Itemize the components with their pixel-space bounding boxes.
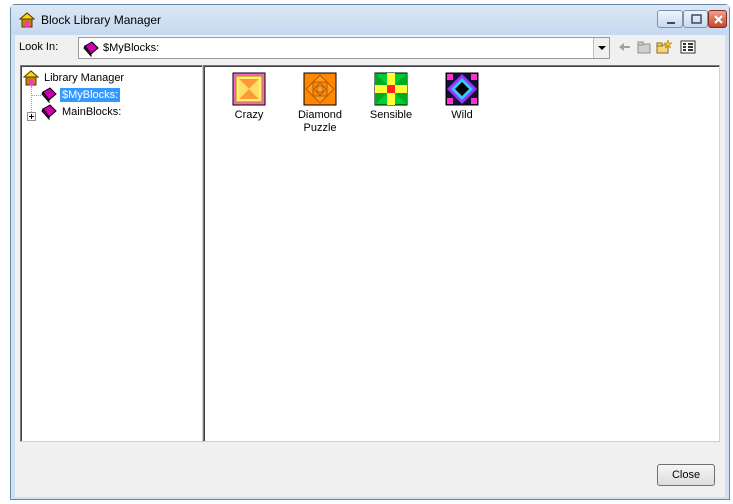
tree-item-mymblocks[interactable]: $MyBlocks:: [41, 87, 191, 104]
wild-block-icon: [445, 72, 479, 106]
view-menu-icon[interactable]: [680, 39, 696, 55]
sensible-block-icon: [374, 72, 408, 106]
house-icon: [22, 70, 40, 86]
block-item-label: Diamond Puzzle: [297, 109, 343, 134]
look-in-dropdown[interactable]: $MyBlocks:: [78, 37, 610, 59]
minimize-button[interactable]: [657, 10, 683, 28]
library-tree[interactable]: Library Manager $MyBlocks: MainBlocks:: [20, 65, 203, 442]
tree-item-label: MainBlocks:: [62, 106, 122, 118]
maximize-button[interactable]: [683, 10, 708, 28]
minimize-icon: [667, 22, 675, 24]
dialog-body: Look In: $MyBlocks: Library Manager $MyB…: [15, 35, 725, 497]
block-list[interactable]: Crazy Diamond Puzzle Sensible Wild: [203, 65, 720, 442]
block-library-window: Block Library Manager Look In: $MyBlocks…: [10, 4, 730, 500]
tree-item-label: Library Manager: [44, 72, 125, 84]
block-library-icon: [41, 104, 57, 121]
block-library-icon: [41, 87, 57, 104]
tree-item-library-manager[interactable]: Library Manager: [22, 70, 193, 86]
close-icon: [714, 15, 723, 24]
chevron-down-icon[interactable]: [593, 38, 609, 58]
block-item-label: Crazy: [234, 109, 264, 121]
tree-item-label: $MyBlocks:: [60, 88, 121, 102]
diamond-puzzle-block-icon: [303, 72, 337, 106]
tree-line: [32, 95, 41, 96]
maximize-icon: [691, 14, 702, 24]
block-item-label: Wild: [451, 109, 473, 121]
tree-item-mainblocks[interactable]: MainBlocks:: [41, 104, 191, 121]
block-library-icon: [83, 41, 99, 58]
up-folder-icon[interactable]: [636, 39, 652, 55]
new-folder-icon[interactable]: [656, 39, 673, 55]
close-button[interactable]: Close: [657, 464, 715, 486]
block-item-sensible[interactable]: Sensible: [356, 72, 426, 122]
expand-icon[interactable]: [27, 112, 36, 121]
block-item-label: Sensible: [369, 109, 413, 121]
crazy-block-icon: [232, 72, 266, 106]
window-title: Block Library Manager: [41, 13, 162, 27]
window-close-button[interactable]: [708, 10, 727, 28]
title-bar[interactable]: Block Library Manager: [11, 5, 729, 35]
look-in-value: $MyBlocks:: [103, 42, 160, 54]
back-arrow-icon[interactable]: [616, 39, 632, 55]
look-in-label: Look In:: [19, 41, 59, 53]
block-item-diamond-puzzle[interactable]: Diamond Puzzle: [285, 72, 355, 135]
block-item-wild[interactable]: Wild: [427, 72, 497, 122]
block-item-crazy[interactable]: Crazy: [214, 72, 284, 122]
tree-line: [31, 86, 32, 112]
house-icon: [18, 12, 36, 28]
